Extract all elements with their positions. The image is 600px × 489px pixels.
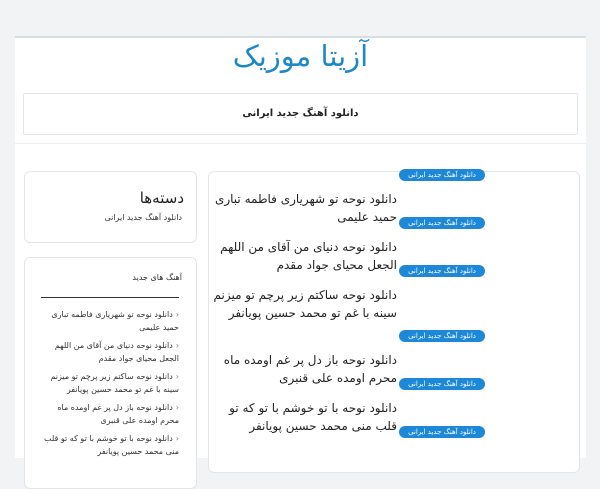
chevron-left-icon: ‹ bbox=[175, 403, 179, 412]
post-title[interactable]: دانلود نوحه دنیای من آقای من اللهم الجعل… bbox=[209, 238, 397, 274]
song-link-label: دانلود نوحه دنیای من آقای من اللهم الجعل… bbox=[54, 341, 179, 363]
chevron-left-icon: ‹ bbox=[175, 341, 179, 350]
site-container: آزیتا موزیک دانلود آهنگ جدید ایرانی دانل… bbox=[15, 36, 586, 489]
main-navigation: دانلود آهنگ جدید ایرانی bbox=[23, 93, 578, 135]
post-category-badge[interactable]: دانلود آهنگ جدید ایرانی bbox=[399, 265, 485, 277]
song-link[interactable]: ‹دانلود نوحه باز دل پر غم اومده ماه محرم… bbox=[41, 401, 179, 427]
header-divider bbox=[15, 143, 586, 144]
post-category-badge[interactable]: دانلود آهنگ جدید ایرانی bbox=[399, 330, 485, 342]
post-category-badge[interactable]: دانلود آهنگ جدید ایرانی bbox=[399, 169, 485, 181]
chevron-left-icon: ‹ bbox=[175, 434, 179, 443]
site-title[interactable]: آزیتا موزیک bbox=[15, 38, 586, 74]
nav-item-iranian-music[interactable]: دانلود آهنگ جدید ایرانی bbox=[24, 94, 577, 134]
new-songs-widget: آهنگ های جدید ‹دانلود نوحه تو شهریاری فا… bbox=[24, 257, 197, 489]
chevron-left-icon: ‹ bbox=[175, 310, 179, 319]
song-link-label: دانلود نوحه با تو خوشم با تو که تو قلب م… bbox=[44, 434, 179, 456]
post-category-badge[interactable]: دانلود آهنگ جدید ایرانی bbox=[399, 378, 485, 390]
song-link-label: دانلود نوحه باز دل پر غم اومده ماه محرم … bbox=[57, 403, 179, 425]
widget-title-rule bbox=[41, 297, 179, 298]
categories-widget: دسته‌ها دانلود آهنگ جدید ایرانی bbox=[24, 171, 197, 243]
song-link[interactable]: ‹دانلود نوحه ساکتم زیر پرچم تو میزنم سین… bbox=[41, 370, 179, 396]
categories-title: دسته‌ها bbox=[139, 189, 184, 207]
post-title[interactable]: دانلود نوحه باز دل پر غم اومده ماه محرم … bbox=[209, 351, 397, 387]
category-link[interactable]: دانلود آهنگ جدید ایرانی bbox=[104, 213, 182, 222]
song-link-label: دانلود نوحه ساکتم زیر پرچم تو میزنم سینه… bbox=[50, 372, 179, 394]
post-title[interactable]: دانلود نوحه تو شهریاری فاطمه تباری حمید … bbox=[209, 190, 397, 226]
post-title[interactable]: دانلود نوحه ساکتم زیر پرچم تو میزنم سینه… bbox=[209, 286, 398, 322]
chevron-left-icon: ‹ bbox=[175, 372, 179, 381]
song-link[interactable]: ‹دانلود نوحه تو شهریاری فاطمه تباری حمید… bbox=[41, 308, 179, 334]
post-title[interactable]: دانلود نوحه با تو خوشم با تو که تو قلب م… bbox=[209, 399, 397, 435]
song-link-label: دانلود نوحه تو شهریاری فاطمه تباری حمید … bbox=[51, 310, 179, 332]
song-link[interactable]: ‹دانلود نوحه دنیای من آقای من اللهم الجع… bbox=[41, 339, 179, 365]
posts-list: دانلود آهنگ جدید ایرانی دانلود نوحه تو ش… bbox=[208, 169, 580, 473]
post-category-badge[interactable]: دانلود آهنگ جدید ایرانی bbox=[399, 426, 485, 438]
post-category-badge[interactable]: دانلود آهنگ جدید ایرانی bbox=[399, 217, 485, 229]
new-songs-title: آهنگ های جدید bbox=[132, 273, 182, 282]
song-link[interactable]: ‹دانلود نوحه با تو خوشم با تو که تو قلب … bbox=[41, 432, 179, 458]
